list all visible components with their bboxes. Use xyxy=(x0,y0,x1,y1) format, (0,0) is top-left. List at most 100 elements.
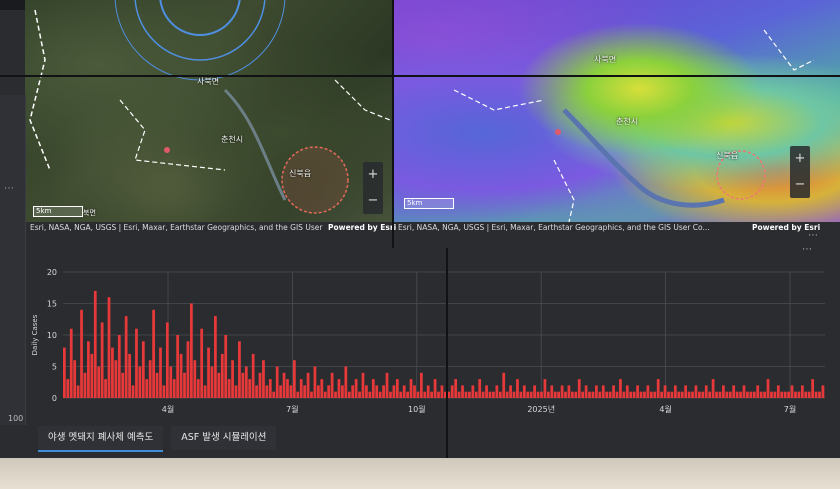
bar xyxy=(694,385,698,398)
bar xyxy=(643,391,646,398)
bar xyxy=(684,385,688,398)
map-label: 춘천시 xyxy=(221,135,244,144)
bar xyxy=(193,360,197,398)
bar xyxy=(392,385,396,398)
bar xyxy=(797,391,801,398)
bar xyxy=(241,372,245,398)
bar xyxy=(323,391,327,398)
bar xyxy=(430,391,434,398)
bar xyxy=(746,391,749,398)
side-panel: ⋯ xyxy=(0,95,26,425)
bar xyxy=(217,372,221,398)
bar xyxy=(296,391,300,398)
bar xyxy=(522,385,526,398)
boundary-line-2 xyxy=(119,99,226,171)
bar xyxy=(749,391,753,398)
bar xyxy=(214,316,217,398)
bar xyxy=(722,385,725,398)
bar xyxy=(811,379,815,398)
bar xyxy=(172,379,176,398)
bar xyxy=(255,385,258,398)
bar xyxy=(121,372,125,398)
bar xyxy=(533,385,536,398)
bar xyxy=(114,360,118,398)
powered-by: Powered by Esri xyxy=(328,223,396,235)
bar xyxy=(306,372,310,398)
bar xyxy=(413,385,416,398)
bar xyxy=(656,379,660,398)
buffer-ring-inner xyxy=(159,0,241,36)
bar xyxy=(76,385,80,398)
bar xyxy=(66,379,70,398)
more-options-icon[interactable]: ⋯ xyxy=(4,183,14,194)
bar xyxy=(807,391,811,398)
bar xyxy=(691,391,694,398)
bar xyxy=(423,391,427,398)
bar xyxy=(574,391,578,398)
bar xyxy=(732,385,736,398)
boundary-line-3 xyxy=(334,79,391,121)
bar xyxy=(821,385,825,398)
bar xyxy=(529,391,533,398)
bar xyxy=(800,385,804,398)
bar xyxy=(474,391,478,398)
bar xyxy=(196,379,200,398)
bar xyxy=(361,372,365,398)
buffer-ring-outmost xyxy=(114,0,286,81)
boundary-line xyxy=(29,9,51,171)
map-label: 사북면 xyxy=(197,77,220,86)
bar xyxy=(327,385,331,398)
bar xyxy=(207,347,210,398)
satellite-map[interactable]: 사북면 신북읍 춘천시 5km 북면 + − xyxy=(25,0,392,222)
bar xyxy=(718,391,722,398)
zoom-in-button[interactable]: + xyxy=(790,146,810,172)
display-seam xyxy=(0,75,840,77)
bar xyxy=(818,391,821,398)
bar xyxy=(564,391,567,398)
bar xyxy=(73,360,77,398)
bar xyxy=(509,385,512,398)
location-pin-icon xyxy=(555,129,561,135)
tab-carcass-prediction[interactable]: 야생 멧돼지 폐사체 예측도 xyxy=(38,426,164,452)
tab-bar: 야생 멧돼지 폐사체 예측도 ASF 발생 시뮬레이션 xyxy=(38,426,277,452)
risk-zone-ring xyxy=(281,146,349,214)
map-label: 사북면 xyxy=(594,55,617,64)
bar xyxy=(131,385,135,398)
bar xyxy=(715,391,718,398)
zoom-out-button[interactable]: − xyxy=(363,188,383,214)
bar xyxy=(502,372,506,398)
bar xyxy=(567,385,571,398)
bar xyxy=(653,391,657,398)
bar xyxy=(354,379,358,398)
bar xyxy=(124,316,128,398)
bar xyxy=(231,360,234,398)
bar xyxy=(227,379,231,398)
bar xyxy=(577,379,581,398)
heatmap-map[interactable]: 사북면 춘천시 신북읍 5km + − xyxy=(394,0,840,222)
bar xyxy=(766,379,770,398)
bar xyxy=(183,372,186,398)
zoom-in-button[interactable]: + xyxy=(363,162,383,188)
bar xyxy=(735,391,739,398)
more-options-icon[interactable]: ⋯ xyxy=(808,230,818,241)
bar xyxy=(560,385,564,398)
bar xyxy=(639,391,643,398)
boundary-line xyxy=(453,89,545,111)
tab-asf-simulation[interactable]: ASF 발생 시뮬레이션 xyxy=(171,426,277,450)
y-tick-label: 20 xyxy=(47,268,57,277)
zoom-out-button[interactable]: − xyxy=(790,172,810,198)
bar xyxy=(179,353,183,398)
bar xyxy=(546,391,550,398)
map-label: 북면 xyxy=(83,209,96,217)
bar xyxy=(553,391,557,398)
bar xyxy=(591,391,595,398)
bar xyxy=(135,328,138,398)
bar xyxy=(90,353,94,398)
bar xyxy=(526,391,530,398)
bar xyxy=(667,391,670,398)
bar xyxy=(598,391,602,398)
bar xyxy=(190,303,193,398)
map-overlay xyxy=(453,29,815,222)
bar xyxy=(248,379,252,398)
bar xyxy=(258,372,262,398)
